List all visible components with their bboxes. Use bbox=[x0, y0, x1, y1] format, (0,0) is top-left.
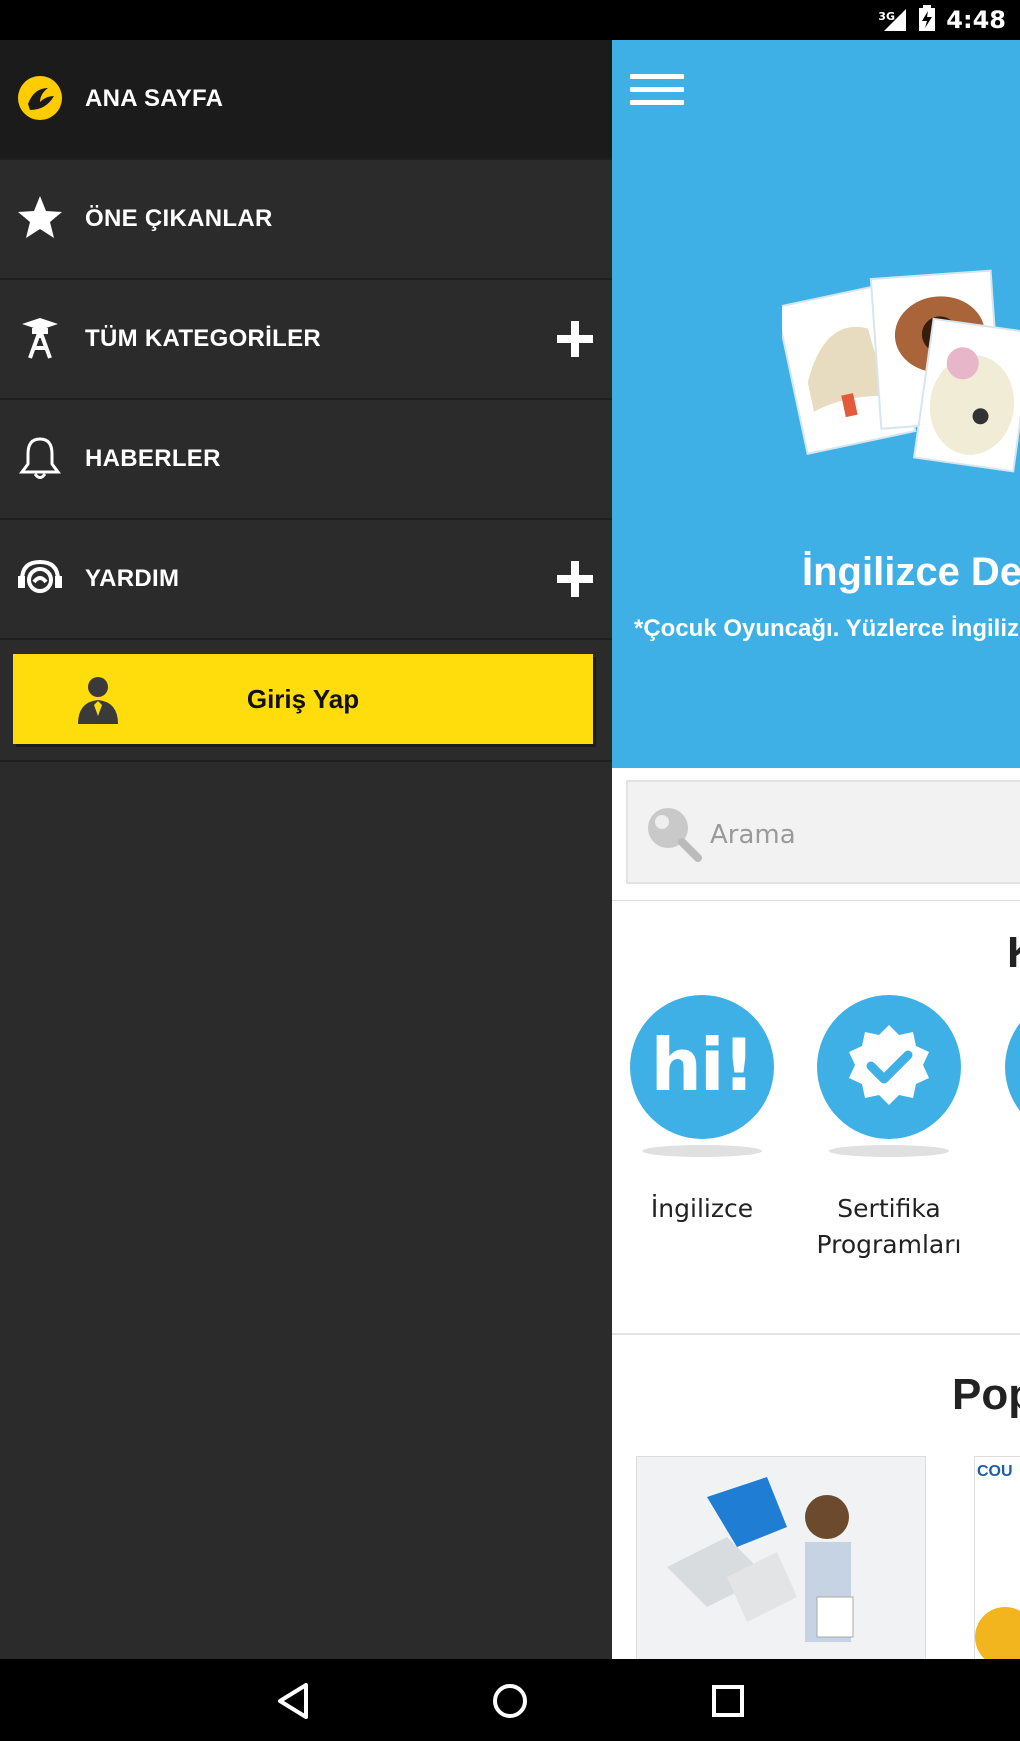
nav-label: ANA SAYFA bbox=[85, 85, 224, 112]
status-bar: 3G 4:48 bbox=[0, 0, 1020, 40]
back-icon[interactable] bbox=[272, 1679, 316, 1723]
login-label: Giriş Yap bbox=[246, 684, 360, 714]
hero-illustration bbox=[782, 269, 1020, 473]
course-thumbnail bbox=[637, 1457, 925, 1659]
nav-drawer: ANA SAYFA ÖNE ÇIKANLAR TÜM KATEGORİLER H… bbox=[0, 40, 612, 1659]
search-icon bbox=[648, 808, 702, 862]
system-nav-bar bbox=[0, 1659, 1020, 1741]
main-content: İngilizce Deyi *Çocuk Oyuncağı. Yüzlerce… bbox=[612, 40, 1020, 1659]
star-icon bbox=[18, 196, 62, 238]
nav-item-ana-sayfa[interactable]: ANA SAYFA bbox=[0, 40, 612, 160]
category-icon bbox=[1005, 995, 1020, 1139]
nav-item-yardim[interactable]: YARDIM bbox=[0, 520, 612, 640]
search-input[interactable] bbox=[708, 812, 1012, 858]
bell-icon bbox=[19, 437, 61, 479]
popular-card[interactable] bbox=[636, 1456, 926, 1659]
nav-label: TÜM KATEGORİLER bbox=[85, 325, 322, 352]
badge-check-icon bbox=[817, 995, 961, 1139]
categories-heading: K bbox=[1007, 928, 1020, 978]
status-icons: 3G 4:48 bbox=[878, 0, 1006, 40]
category-partial[interactable] bbox=[997, 995, 1020, 1139]
battery-icon bbox=[918, 5, 936, 35]
category-sertifika[interactable]: Sertifika Programları bbox=[809, 995, 969, 1263]
hi-icon: hi! bbox=[650, 1023, 756, 1107]
recents-icon[interactable] bbox=[706, 1679, 750, 1723]
login-button[interactable]: Giriş Yap bbox=[13, 654, 593, 744]
headset-icon bbox=[18, 559, 62, 593]
home-icon[interactable] bbox=[488, 1679, 532, 1723]
hero-title: İngilizce Deyi bbox=[802, 550, 1020, 594]
hero-subtitle: *Çocuk Oyuncağı. Yüzlerce İngilizce bbox=[634, 615, 1020, 642]
graduation-icon bbox=[22, 318, 58, 359]
nav-item-haberler[interactable]: HABERLER bbox=[0, 400, 612, 520]
popular-heading: Pop bbox=[952, 1370, 1020, 1419]
menu-icon[interactable] bbox=[630, 74, 684, 114]
category-label: İngilizce bbox=[650, 1194, 754, 1223]
category-ingilizce[interactable]: hi! İngilizce bbox=[622, 995, 782, 1227]
signal-icon: 3G bbox=[878, 7, 908, 33]
nav-label: YARDIM bbox=[85, 565, 180, 592]
category-label: Sertifika Programları bbox=[816, 1194, 962, 1259]
search-section bbox=[612, 768, 1020, 901]
search-box[interactable] bbox=[626, 780, 1020, 884]
nav-label: HABERLER bbox=[85, 445, 221, 472]
popular-card[interactable]: COU bbox=[974, 1456, 1020, 1659]
nav-item-tum-kategoriler[interactable]: TÜM KATEGORİLER bbox=[0, 280, 612, 400]
network-type: 3G bbox=[878, 10, 895, 23]
hero-banner[interactable]: İngilizce Deyi *Çocuk Oyuncağı. Yüzlerce… bbox=[612, 40, 1020, 768]
category-icon: hi! bbox=[630, 995, 774, 1139]
login-section: Giriş Yap bbox=[0, 640, 612, 762]
expand-plus-icon[interactable] bbox=[554, 558, 596, 600]
section-divider bbox=[612, 1333, 1020, 1335]
nav-item-one-cikanlar[interactable]: ÖNE ÇIKANLAR bbox=[0, 160, 612, 280]
expand-plus-icon[interactable] bbox=[554, 318, 596, 360]
nav-label: ÖNE ÇIKANLAR bbox=[85, 205, 273, 232]
turkcell-logo-icon bbox=[18, 76, 62, 120]
clock: 4:48 bbox=[946, 6, 1006, 34]
